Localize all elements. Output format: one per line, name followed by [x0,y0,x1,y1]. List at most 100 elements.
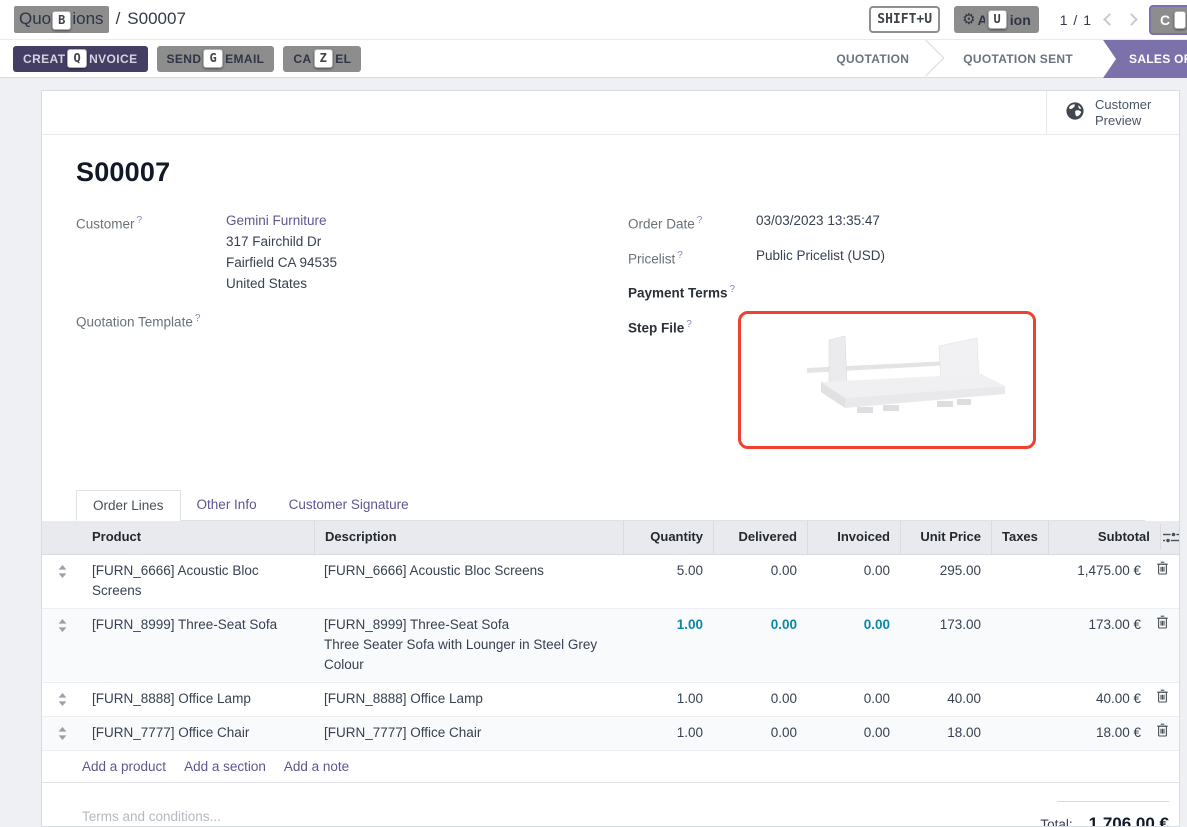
navbar-controls: SHIFT+U ⚙ A U ion 1 / 1 C [868,5,1177,35]
edge-hint-letter: C [1160,12,1170,28]
payment-terms-label-text: Payment Terms [628,286,728,301]
order-line-product[interactable]: [FURN_8888] Office Lamp [82,683,314,716]
cancel-text-post: EL [335,52,351,66]
customer-link[interactable]: Gemini Furniture [226,213,327,228]
order-line-taxes[interactable] [991,609,1039,622]
order-line-invoiced[interactable]: 0.00 [807,609,900,642]
tab-customer-signature[interactable]: Customer Signature [273,490,425,520]
order-line-description[interactable]: [FURN_7777] Office Chair [314,717,623,750]
delete-line-button[interactable] [1151,609,1180,636]
delete-line-button[interactable] [1151,555,1180,582]
edge-hint-widget[interactable]: C [1149,5,1187,35]
column-invoiced[interactable]: Invoiced [807,521,900,554]
breadcrumb-quotations-link[interactable]: QuoBions [14,6,109,32]
page-title: S00007 [76,157,1145,188]
order-line-product[interactable]: [FURN_6666] Acoustic Bloc Screens [82,555,314,608]
column-description[interactable]: Description [314,521,623,554]
order-line-unit-price[interactable]: 295.00 [900,555,991,588]
breadcrumb-section-text-pre: Quo [19,9,51,28]
order-date-label-text: Order Date [628,217,695,232]
order-lines-header-row: Product Description Quantity Delivered I… [42,521,1180,555]
field-quotation-template[interactable]: Quotation Template? [76,308,628,333]
customer-preview-label: Customer Preview [1095,97,1161,129]
drag-handle-icon[interactable] [42,717,82,747]
total-label: Total: [1040,817,1072,827]
column-product[interactable]: Product [82,521,314,554]
column-taxes[interactable]: Taxes [991,521,1048,554]
gear-icon: ⚙ [962,12,975,27]
order-line-delivered[interactable]: 0.00 [713,717,807,750]
customer-label-text: Customer [76,217,135,232]
pricelist-value[interactable]: Public Pricelist (USD) [756,245,885,266]
order-line-quantity[interactable]: 1.00 [623,683,713,716]
order-line-invoiced[interactable]: 0.00 [807,717,900,750]
order-line-unit-price[interactable]: 18.00 [900,717,991,750]
action-menu-button[interactable]: ⚙ A U ion [954,6,1039,33]
customer-address-line: 317 Fairchild Dr [226,231,337,252]
order-line-description[interactable]: [FURN_8888] Office Lamp [314,683,623,716]
order-line-invoiced[interactable]: 0.00 [807,555,900,588]
order-date-value[interactable]: 03/03/2023 13:35:47 [756,210,880,231]
order-line-delivered[interactable]: 0.00 [713,609,807,642]
order-line-taxes[interactable] [991,555,1039,568]
cancel-button[interactable]: CAZEL [283,46,361,72]
column-unit-price[interactable]: Unit Price [900,521,991,554]
column-subtotal[interactable]: Subtotal [1048,521,1160,554]
order-line-description[interactable]: [FURN_8999] Three-Seat SofaThree Seater … [314,609,623,682]
chevron-right-icon[interactable] [1125,13,1138,26]
create-invoice-button[interactable]: CREATQNVOICE [13,46,148,72]
drag-handle-icon[interactable] [42,683,82,713]
order-line-description-line: Three Seater Sofa with Lounger in Steel … [324,635,613,675]
order-line-row[interactable]: [FURN_7777] Office Chair[FURN_7777] Offi… [42,717,1180,751]
column-quantity[interactable]: Quantity [623,521,713,554]
customer-address: 317 Fairchild DrFairfield CA 94535United… [226,231,337,294]
statusbar-stage-sales-order[interactable]: SALES ORDER [1103,40,1187,78]
order-line-row[interactable]: [FURN_8999] Three-Seat Sofa[FURN_8999] T… [42,609,1180,683]
tab-other-info[interactable]: Other Info [181,490,273,520]
customer-label: Customer? [76,210,226,235]
send-email-text-post: EMAIL [225,52,264,66]
hint-key-fragment [1174,11,1186,29]
order-line-quantity[interactable]: 5.00 [623,555,713,588]
order-line-delivered[interactable]: 0.00 [713,555,807,588]
order-line-unit-price[interactable]: 40.00 [900,683,991,716]
field-pricelist: Pricelist? Public Pricelist (USD) [628,245,1145,270]
order-line-row[interactable]: [FURN_6666] Acoustic Bloc Screens[FURN_6… [42,555,1180,609]
optional-columns-button[interactable] [1160,524,1180,550]
order-line-taxes[interactable] [991,717,1039,730]
quotation-template-label-text: Quotation Template [76,315,193,330]
drag-handle-icon[interactable] [42,555,82,585]
statusbar-stage-quotation-sent[interactable]: QUOTATION SENT [941,52,1095,66]
add-a-product-link[interactable]: Add a product [82,759,166,774]
drag-handle-icon[interactable] [42,609,82,639]
order-line-row[interactable]: [FURN_8888] Office Lamp[FURN_8888] Offic… [42,683,1180,717]
create-invoice-text-post: NVOICE [89,52,137,66]
step-file-preview[interactable] [738,311,1036,449]
order-line-invoiced[interactable]: 0.00 [807,683,900,716]
order-line-description[interactable]: [FURN_6666] Acoustic Bloc Screens [314,555,623,588]
order-line-unit-price[interactable]: 173.00 [900,609,991,642]
hint-key-q: Q [67,49,87,68]
order-line-product[interactable]: [FURN_7777] Office Chair [82,717,314,750]
terms-placeholder[interactable]: Terms and conditions... [82,801,221,827]
customer-preview-button[interactable]: Customer Preview [1046,91,1179,134]
order-lines-table: Product Description Quantity Delivered I… [42,521,1180,783]
order-line-delivered[interactable]: 0.00 [713,683,807,716]
delete-line-button[interactable] [1151,717,1180,744]
order-line-quantity[interactable]: 1.00 [623,609,713,642]
order-line-product[interactable]: [FURN_8999] Three-Seat Sofa [82,609,314,642]
order-line-quantity[interactable]: 1.00 [623,717,713,750]
add-a-section-link[interactable]: Add a section [184,759,266,774]
breadcrumb-record: S00007 [127,9,186,29]
chevron-left-icon[interactable] [1103,13,1116,26]
field-customer: Customer? Gemini Furniture 317 Fairchild… [76,210,628,294]
pricelist-label: Pricelist? [628,245,756,270]
column-delivered[interactable]: Delivered [713,521,807,554]
tab-order-lines[interactable]: Order Lines [76,490,181,521]
add-a-note-link[interactable]: Add a note [284,759,349,774]
delete-line-button[interactable] [1151,683,1180,710]
odoo-sales-order-page: { "colors": { "overlay_gray": "#8d8d8d",… [0,0,1187,827]
send-email-button[interactable]: SENDGEMAIL [157,46,275,72]
order-line-taxes[interactable] [991,683,1039,696]
hint-key-z: Z [314,49,334,68]
